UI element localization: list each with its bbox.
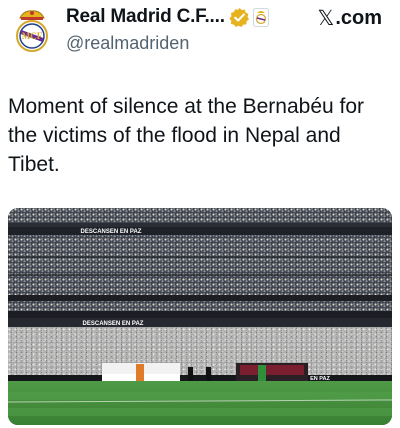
tweet-header: MCF Real Madrid C.F.... @realmadriden 𝕏 … xyxy=(0,0,400,70)
display-name[interactable]: Real Madrid C.F.... xyxy=(66,6,225,28)
tweet-media[interactable]: DESCANSEN EN PAZ DESCANSEN EN PAZ EN PAZ xyxy=(8,208,392,425)
name-row: Real Madrid C.F.... xyxy=(66,5,269,29)
gold-verified-badge-icon xyxy=(229,7,249,27)
svg-text:MCF: MCF xyxy=(22,31,43,41)
real-madrid-affiliate-badge-icon[interactable] xyxy=(252,7,269,27)
avatar[interactable]: MCF xyxy=(12,8,52,54)
stadium-photo: DESCANSEN EN PAZ DESCANSEN EN PAZ EN PAZ xyxy=(8,208,392,425)
watermark-text: .com xyxy=(335,7,382,29)
real-madrid-crest-icon: MCF xyxy=(16,10,48,52)
banner-lower: DESCANSEN EN PAZ xyxy=(83,321,144,327)
x-logo-icon: 𝕏 xyxy=(317,7,335,30)
tweet-text: Moment of silence at the Bernabéu for th… xyxy=(8,95,365,176)
banner-field: EN PAZ xyxy=(310,376,330,382)
x-com-watermark: 𝕏 .com xyxy=(317,6,382,31)
banner-upper: DESCANSEN EN PAZ xyxy=(81,229,142,235)
handle[interactable]: @realmadriden xyxy=(66,33,189,54)
